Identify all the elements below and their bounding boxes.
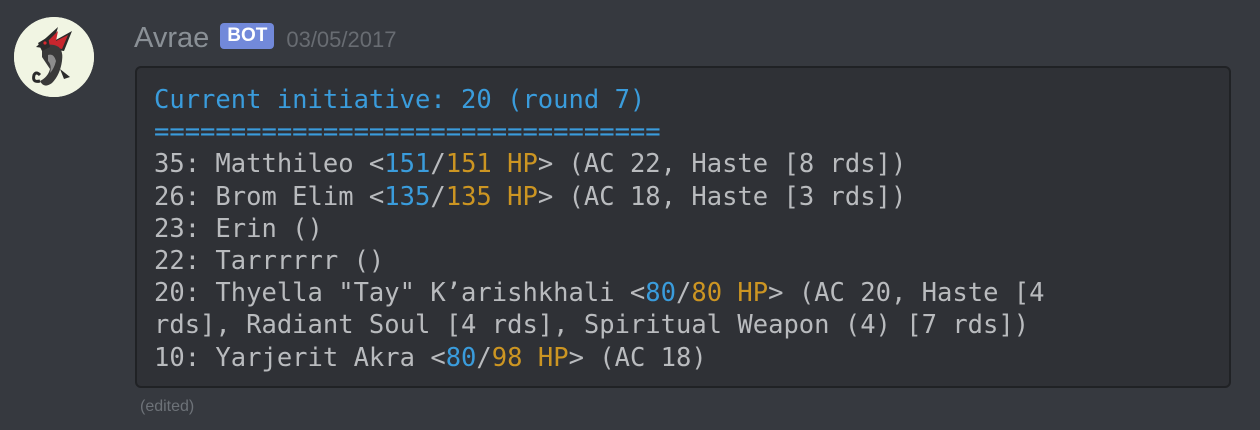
hp-separator: / <box>430 149 446 180</box>
initiative-header: Current initiative: 20 (round 7) <box>154 85 646 115</box>
dragon-avatar-icon <box>14 17 94 97</box>
combatant-status: > (AC 18, Haste [3 rds]) <box>537 181 907 212</box>
combatant-row: 35: Matthileo <151/151 HP> (AC 22, Haste… <box>154 148 1229 180</box>
message-header: Avrae BOT 03/05/2017 <box>134 20 396 56</box>
current-hp: 135 <box>384 181 431 212</box>
combatant-row: 23: Erin () <box>154 213 323 244</box>
combatant-status: > (AC 18) <box>568 342 707 373</box>
current-hp: 80 <box>645 278 676 309</box>
bot-avatar[interactable] <box>14 17 94 97</box>
max-hp: 135 <box>445 181 492 212</box>
combatant-row: 22: Tarrrrrr () <box>154 245 385 276</box>
username[interactable]: Avrae <box>134 20 209 56</box>
hp-separator: / <box>430 181 446 212</box>
hp-separator: / <box>476 342 492 373</box>
current-hp: 151 <box>384 149 431 180</box>
hp-label: HP <box>522 342 569 373</box>
combatant-row: 10: Yarjerit Akra <80/98 HP> (AC 18) <box>154 342 1229 374</box>
combatant-name: 20: Thyella "Tay" K’arishkhali < <box>154 278 646 309</box>
hp-label: HP <box>722 278 769 309</box>
combatant-row: 20: Thyella "Tay" K’arishkhali <80/80 HP… <box>154 277 1229 309</box>
combatant-name: 10: Yarjerit Akra < <box>154 342 446 373</box>
message-timestamp: 03/05/2017 <box>286 27 397 52</box>
combatant-status: > (AC 20, Haste [4 <box>768 278 1045 309</box>
chat-message: Avrae BOT 03/05/2017 Current initiative:… <box>0 0 1260 430</box>
edited-label: (edited) <box>140 398 195 415</box>
current-hp: 80 <box>445 342 477 373</box>
combatant-row-continuation: rds], Radiant Soul [4 rds], Spiritual We… <box>154 310 1030 341</box>
hp-label: HP <box>491 181 538 212</box>
initiative-divider: ================================= <box>154 117 661 148</box>
bot-badge: BOT <box>220 23 275 49</box>
hp-separator: / <box>676 278 692 309</box>
combatant-row: 26: Brom Elim <135/135 HP> (AC 18, Haste… <box>154 181 1229 213</box>
initiative-code-block: Current initiative: 20 (round 7) ========… <box>135 66 1231 388</box>
max-hp: 80 <box>691 278 723 309</box>
combatant-name: 26: Brom Elim < <box>154 181 385 212</box>
max-hp: 98 <box>491 342 523 373</box>
hp-label: HP <box>491 149 538 180</box>
combatant-status: > (AC 22, Haste [8 rds]) <box>537 149 907 180</box>
max-hp: 151 <box>445 149 492 180</box>
combatant-name: 35: Matthileo < <box>154 149 385 180</box>
